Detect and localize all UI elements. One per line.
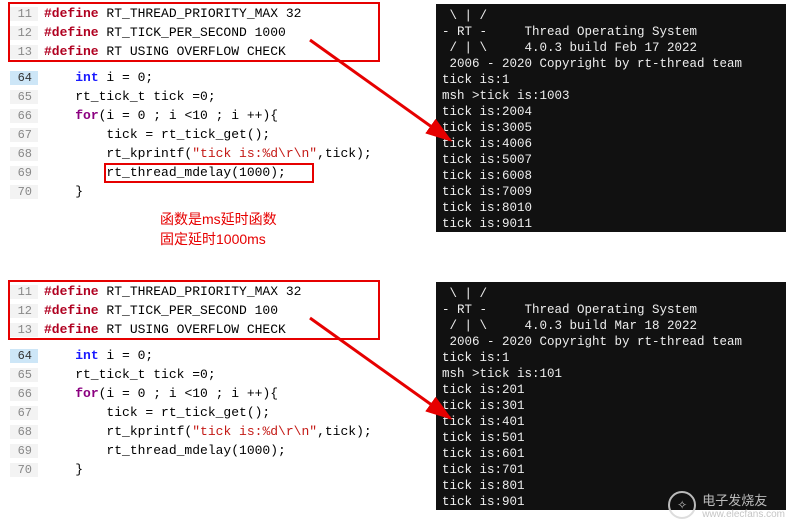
- line-number: 67: [10, 128, 38, 142]
- code-snippet-main-top: 64 int i = 0;65 rt_tick_t tick =0;66 for…: [10, 68, 420, 201]
- code-text: rt_thread_mdelay(1000);: [38, 165, 286, 180]
- line-number: 64: [10, 71, 38, 85]
- terminal-output-top: \ | / - RT - Thread Operating System / |…: [436, 4, 786, 232]
- code-text: rt_tick_t tick =0;: [38, 367, 216, 382]
- line-number: 66: [10, 387, 38, 401]
- code-line: 12#define RT_TICK_PER_SECOND 100: [10, 301, 420, 320]
- line-number: 68: [10, 425, 38, 439]
- code-line: 70 }: [10, 460, 420, 479]
- code-line: 70 }: [10, 182, 420, 201]
- code-line: 65 rt_tick_t tick =0;: [10, 87, 420, 106]
- line-number: 11: [10, 285, 38, 299]
- code-line: 64 int i = 0;: [10, 346, 420, 365]
- annotation-line1: 函数是ms延时函数: [160, 210, 277, 230]
- code-text: }: [38, 184, 83, 199]
- watermark-url: www.elecfans.com: [702, 509, 785, 520]
- terminal-output-bottom: \ | / - RT - Thread Operating System / |…: [436, 282, 786, 510]
- code-text: int i = 0;: [38, 70, 153, 85]
- code-line: 13#define RT USING OVERFLOW CHECK: [10, 42, 420, 61]
- code-text: #define RT_THREAD_PRIORITY_MAX 32: [38, 6, 301, 21]
- line-number: 66: [10, 109, 38, 123]
- code-text: rt_tick_t tick =0;: [38, 89, 216, 104]
- code-line: 69 rt_thread_mdelay(1000);: [10, 441, 420, 460]
- code-line: 68 rt_kprintf("tick is:%d\r\n",tick);: [10, 144, 420, 163]
- code-line: 13#define RT USING OVERFLOW CHECK: [10, 320, 420, 339]
- watermark: ✧ 电子发烧友 www.elecfans.com: [668, 490, 785, 520]
- code-text: rt_thread_mdelay(1000);: [38, 443, 286, 458]
- code-text: rt_kprintf("tick is:%d\r\n",tick);: [38, 146, 372, 161]
- line-number: 70: [10, 185, 38, 199]
- line-number: 70: [10, 463, 38, 477]
- line-number: 65: [10, 90, 38, 104]
- code-snippet-defines-bottom: 11#define RT_THREAD_PRIORITY_MAX 3212#de…: [10, 282, 420, 339]
- line-number: 64: [10, 349, 38, 363]
- code-line: 66 for(i = 0 ; i <10 ; i ++){: [10, 106, 420, 125]
- code-text: rt_kprintf("tick is:%d\r\n",tick);: [38, 424, 372, 439]
- code-text: #define RT_THREAD_PRIORITY_MAX 32: [38, 284, 301, 299]
- code-text: tick = rt_tick_get();: [38, 405, 270, 420]
- code-snippet-main-bottom: 64 int i = 0;65 rt_tick_t tick =0;66 for…: [10, 346, 420, 479]
- line-number: 67: [10, 406, 38, 420]
- watermark-brand: 电子发烧友: [702, 490, 785, 509]
- code-line: 68 rt_kprintf("tick is:%d\r\n",tick);: [10, 422, 420, 441]
- code-text: for(i = 0 ; i <10 ; i ++){: [38, 108, 278, 123]
- line-number: 12: [10, 304, 38, 318]
- line-number: 13: [10, 45, 38, 59]
- code-snippet-defines-top: 11#define RT_THREAD_PRIORITY_MAX 3212#de…: [10, 4, 420, 61]
- code-line: 69 rt_thread_mdelay(1000);: [10, 163, 420, 182]
- code-line: 11#define RT_THREAD_PRIORITY_MAX 32: [10, 4, 420, 23]
- code-line: 12#define RT_TICK_PER_SECOND 1000: [10, 23, 420, 42]
- line-number: 69: [10, 166, 38, 180]
- code-text: #define RT USING OVERFLOW CHECK: [38, 44, 286, 59]
- code-text: #define RT USING OVERFLOW CHECK: [38, 322, 286, 337]
- code-line: 64 int i = 0;: [10, 68, 420, 87]
- code-line: 11#define RT_THREAD_PRIORITY_MAX 32: [10, 282, 420, 301]
- line-number: 12: [10, 26, 38, 40]
- annotation-line2: 固定延时1000ms: [160, 230, 277, 250]
- line-number: 11: [10, 7, 38, 21]
- annotation-text: 函数是ms延时函数 固定延时1000ms: [160, 210, 277, 249]
- code-line: 65 rt_tick_t tick =0;: [10, 365, 420, 384]
- code-text: int i = 0;: [38, 348, 153, 363]
- line-number: 65: [10, 368, 38, 382]
- line-number: 68: [10, 147, 38, 161]
- code-line: 66 for(i = 0 ; i <10 ; i ++){: [10, 384, 420, 403]
- line-number: 13: [10, 323, 38, 337]
- code-text: #define RT_TICK_PER_SECOND 1000: [38, 25, 286, 40]
- watermark-icon: ✧: [668, 491, 696, 519]
- code-text: for(i = 0 ; i <10 ; i ++){: [38, 386, 278, 401]
- code-text: #define RT_TICK_PER_SECOND 100: [38, 303, 278, 318]
- code-line: 67 tick = rt_tick_get();: [10, 403, 420, 422]
- code-text: }: [38, 462, 83, 477]
- code-line: 67 tick = rt_tick_get();: [10, 125, 420, 144]
- code-text: tick = rt_tick_get();: [38, 127, 270, 142]
- line-number: 69: [10, 444, 38, 458]
